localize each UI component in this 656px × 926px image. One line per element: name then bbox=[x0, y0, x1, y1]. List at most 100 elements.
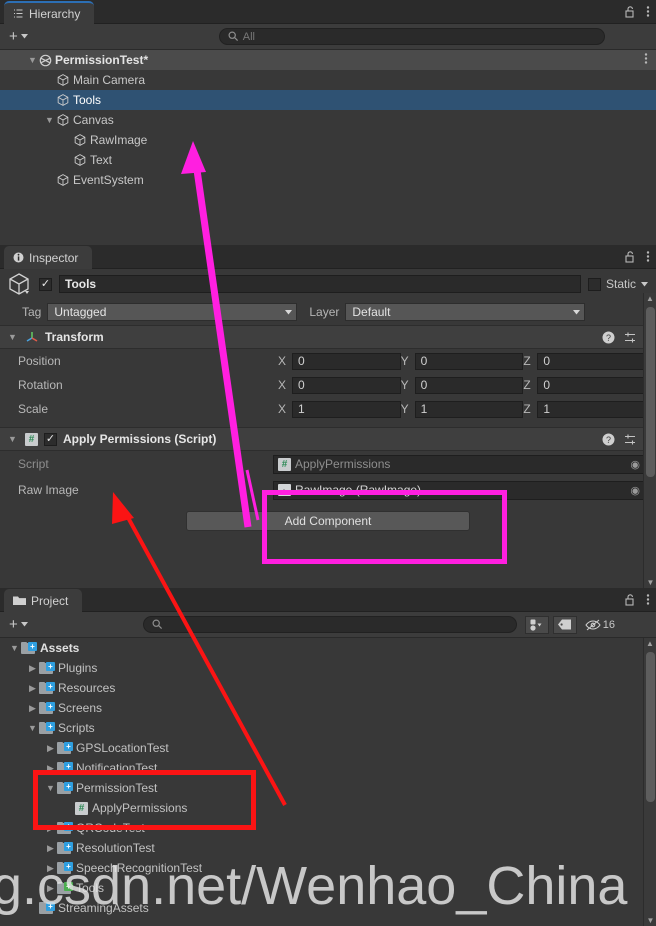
hierarchy-row-tools[interactable]: Tools bbox=[0, 90, 656, 110]
project-row-tools[interactable]: ▶ + Tools bbox=[0, 878, 656, 898]
kebab-menu-icon[interactable] bbox=[646, 5, 650, 18]
tab-hierarchy[interactable]: Hierarchy bbox=[4, 1, 95, 24]
project-row-scripts[interactable]: ▼ + Scripts bbox=[0, 718, 656, 738]
project-row-assets[interactable]: ▼ + Assets bbox=[0, 638, 656, 658]
scale-z-input[interactable]: 1 bbox=[537, 400, 647, 418]
twisty-down-icon[interactable]: ▼ bbox=[43, 110, 56, 130]
scroll-up-arrow-icon[interactable]: ▲ bbox=[644, 639, 656, 648]
static-checkbox[interactable] bbox=[587, 277, 601, 291]
project-row-permissiontest[interactable]: ▼ + PermissionTest bbox=[0, 778, 656, 798]
scale-x-input[interactable]: 1 bbox=[292, 400, 401, 418]
scale-y-input[interactable]: 1 bbox=[414, 400, 524, 418]
hierarchy-row-eventsystem[interactable]: EventSystem bbox=[0, 170, 656, 190]
object-field[interactable]: RawImage (RawImage) ◉ bbox=[273, 480, 646, 500]
twisty-right-icon[interactable]: ▶ bbox=[26, 658, 39, 678]
twisty-right-icon[interactable]: ▶ bbox=[44, 878, 57, 898]
project-row-streamingassets[interactable]: + StreamingAssets bbox=[0, 898, 656, 918]
project-row-resources[interactable]: ▶ + Resources bbox=[0, 678, 656, 698]
twisty-right-icon[interactable]: ▶ bbox=[44, 838, 57, 858]
twisty-right-icon[interactable]: ▶ bbox=[26, 698, 39, 718]
scrollbar-thumb[interactable] bbox=[646, 652, 655, 802]
twisty-down-icon[interactable]: ▼ bbox=[26, 50, 39, 70]
hierarchy-row-maincamera[interactable]: Main Camera bbox=[0, 70, 656, 90]
project-row-screens[interactable]: ▶ + Screens bbox=[0, 698, 656, 718]
chevron-down-icon[interactable] bbox=[641, 281, 648, 287]
project-tabbar: Project bbox=[0, 588, 656, 612]
position-z-input[interactable]: 0 bbox=[537, 352, 647, 370]
scrollbar-thumb[interactable] bbox=[646, 307, 655, 477]
object-picker-icon[interactable]: ◉ bbox=[630, 458, 643, 471]
rotation-y-input[interactable]: 0 bbox=[414, 376, 524, 394]
kebab-menu-icon[interactable] bbox=[646, 250, 650, 263]
collapse-twisty-icon[interactable]: ▼ bbox=[6, 327, 19, 347]
twisty-right-icon[interactable]: ▶ bbox=[44, 738, 57, 758]
transform-component-header[interactable]: ▼ Transform ? bbox=[0, 325, 656, 349]
kebab-menu-icon[interactable] bbox=[646, 593, 650, 606]
rotation-x-input[interactable]: 0 bbox=[292, 376, 401, 394]
twisty-right-icon[interactable]: ▶ bbox=[44, 858, 57, 878]
row-label: Resources bbox=[58, 681, 116, 695]
axis-label-z: Z bbox=[523, 378, 531, 392]
scroll-down-arrow-icon[interactable]: ▼ bbox=[644, 578, 656, 587]
lock-open-icon[interactable] bbox=[625, 593, 636, 606]
kebab-menu-icon[interactable] bbox=[644, 52, 656, 68]
tag-dropdown[interactable]: Untagged bbox=[47, 303, 298, 321]
asset-type-filter-button[interactable] bbox=[524, 615, 549, 634]
tab-inspector[interactable]: Inspector bbox=[4, 246, 93, 269]
inspector-scrollbar[interactable]: ▲ ▼ bbox=[643, 293, 656, 588]
hierarchy-search-input[interactable]: All bbox=[218, 28, 605, 45]
twisty-down-icon[interactable]: ▼ bbox=[26, 718, 39, 738]
hidden-assets-indicator[interactable]: 16 bbox=[580, 615, 620, 634]
project-row-resolutiontest[interactable]: ▶ + ResolutionTest bbox=[0, 838, 656, 858]
hierarchy-row-text[interactable]: Text bbox=[0, 150, 656, 170]
twisty-down-icon[interactable]: ▼ bbox=[44, 778, 57, 798]
gameobject-enabled-checkbox[interactable]: ✓ bbox=[39, 277, 52, 291]
preset-icon[interactable] bbox=[624, 433, 637, 446]
rotation-z-input[interactable]: 0 bbox=[537, 376, 647, 394]
create-asset-button[interactable]: + bbox=[4, 616, 33, 634]
project-row-notificationtest[interactable]: ▶ + NotificationTest bbox=[0, 758, 656, 778]
project-scrollbar[interactable]: ▲ ▼ bbox=[643, 638, 656, 926]
project-row-plugins[interactable]: ▶ + Plugins bbox=[0, 658, 656, 678]
twisty-right-icon[interactable]: ▶ bbox=[26, 678, 39, 698]
scroll-up-arrow-icon[interactable]: ▲ bbox=[644, 294, 656, 303]
project-search-input[interactable] bbox=[142, 616, 517, 633]
project-row-applypermissions[interactable]: ApplyPermissions bbox=[0, 798, 656, 818]
gameobject-name-input[interactable]: Tools bbox=[59, 275, 581, 293]
preset-icon[interactable] bbox=[624, 331, 637, 344]
object-picker-icon[interactable]: ◉ bbox=[630, 484, 643, 497]
twisty-right-icon[interactable]: ▶ bbox=[44, 758, 57, 778]
scroll-down-arrow-icon[interactable]: ▼ bbox=[644, 916, 656, 925]
lock-open-icon[interactable] bbox=[625, 250, 636, 263]
lock-open-icon[interactable] bbox=[625, 5, 636, 18]
twisty-right-icon[interactable]: ▶ bbox=[44, 818, 57, 838]
object-field[interactable]: ApplyPermissions ◉ bbox=[273, 454, 646, 474]
hierarchy-row-rawimage[interactable]: RawImage bbox=[0, 130, 656, 150]
project-row-qrcodetest[interactable]: ▶ + QRCodeTest bbox=[0, 818, 656, 838]
layer-dropdown[interactable]: Default bbox=[345, 303, 586, 321]
row-label: StreamingAssets bbox=[58, 901, 149, 915]
twisty-down-icon[interactable]: ▼ bbox=[8, 638, 21, 658]
hierarchy-row-canvas[interactable]: ▼ Canvas bbox=[0, 110, 656, 130]
collapse-twisty-icon[interactable]: ▼ bbox=[6, 429, 19, 449]
create-gameobject-button[interactable]: + bbox=[4, 28, 33, 46]
label-filter-button[interactable] bbox=[552, 615, 577, 634]
folder-blue-icon: + bbox=[39, 681, 55, 695]
tab-project[interactable]: Project bbox=[4, 589, 83, 612]
row-label: SpeechRecognitionTest bbox=[76, 861, 203, 875]
row-label: GPSLocationTest bbox=[76, 741, 169, 755]
folder-blue-icon: + bbox=[57, 841, 73, 855]
help-icon[interactable]: ? bbox=[602, 433, 615, 446]
script-enabled-checkbox[interactable]: ✓ bbox=[44, 432, 57, 446]
project-row-gpslocationtest[interactable]: ▶ + GPSLocationTest bbox=[0, 738, 656, 758]
position-x-input[interactable]: 0 bbox=[292, 352, 401, 370]
folder-blue-icon: + bbox=[57, 781, 73, 795]
folder-blue-icon: + bbox=[39, 661, 55, 675]
help-icon[interactable]: ? bbox=[602, 331, 615, 344]
project-row-speechrecognitiontest[interactable]: ▶ + SpeechRecognitionTest bbox=[0, 858, 656, 878]
hierarchy-row-permissiontest[interactable]: ▼ PermissionTest* bbox=[0, 50, 656, 70]
position-y-input[interactable]: 0 bbox=[414, 352, 524, 370]
script-component-header[interactable]: ▼ ✓ Apply Permissions (Script) ? bbox=[0, 427, 656, 451]
chevron-down-icon bbox=[573, 309, 581, 315]
add-component-button[interactable]: Add Component bbox=[186, 511, 470, 531]
